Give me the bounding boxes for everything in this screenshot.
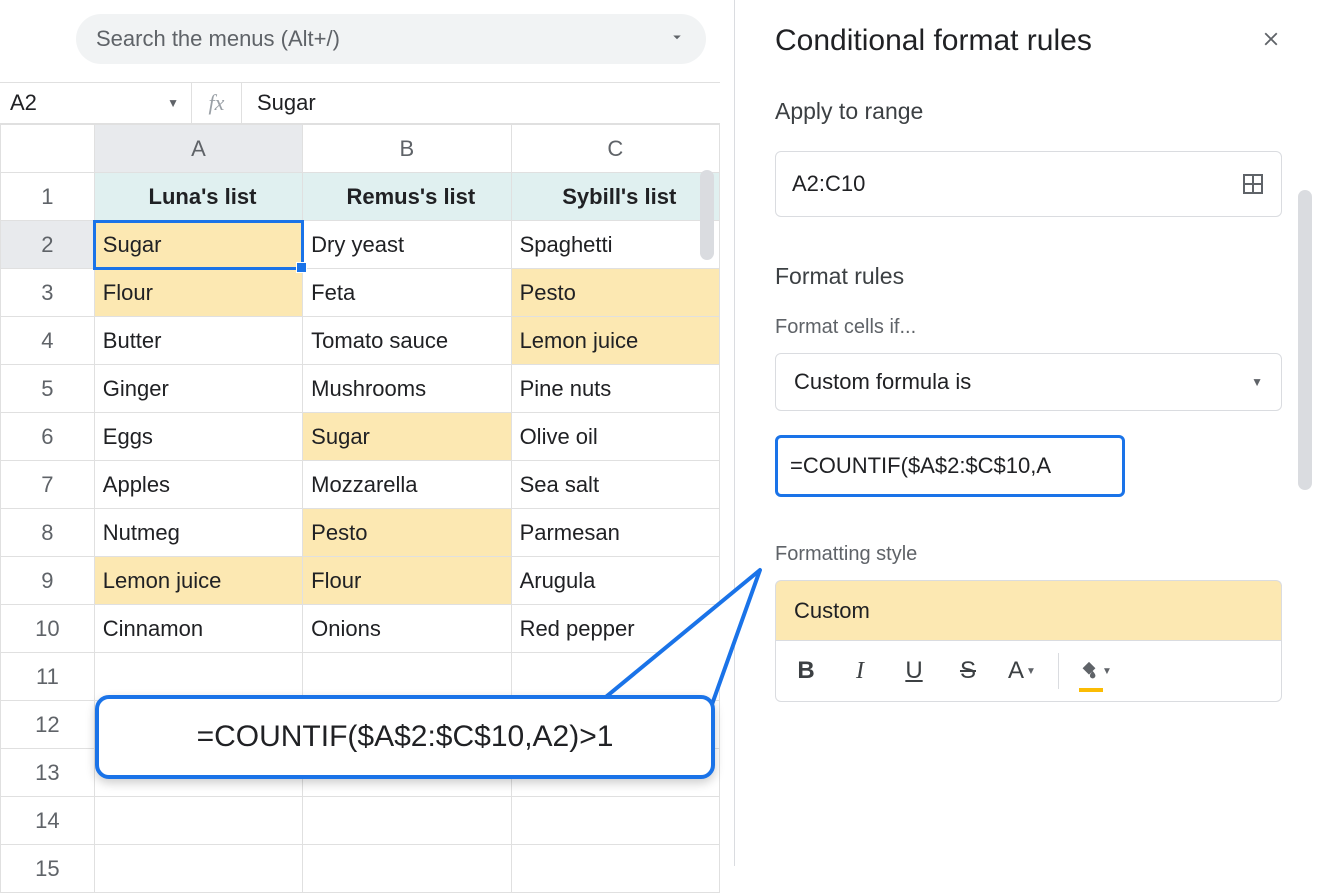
name-box[interactable]: A2 ▼ (0, 83, 192, 123)
apply-to-range-label: Apply to range (775, 98, 1282, 125)
chevron-down-icon: ▼ (1102, 666, 1112, 677)
column-header[interactable]: B (303, 125, 511, 173)
row-header[interactable]: 15 (1, 845, 95, 893)
cell[interactable] (303, 797, 511, 845)
cell[interactable]: Mushrooms (303, 365, 511, 413)
row-header[interactable]: 13 (1, 749, 95, 797)
panel-scrollbar[interactable] (1298, 190, 1312, 490)
row-header[interactable]: 6 (1, 413, 95, 461)
cell[interactable]: Flour (94, 269, 302, 317)
formatting-style-label: Formatting style (775, 543, 1282, 566)
cell[interactable]: Sybill's list (511, 173, 719, 221)
panel-title: Conditional format rules (775, 24, 1092, 58)
row-header[interactable]: 2 (1, 221, 95, 269)
cell[interactable]: Pesto (303, 509, 511, 557)
cell[interactable]: Nutmeg (94, 509, 302, 557)
row-header[interactable]: 8 (1, 509, 95, 557)
formula-bar-row: A2 ▼ fx Sugar (0, 82, 720, 124)
chevron-down-icon[interactable] (668, 28, 686, 51)
cell[interactable]: Eggs (94, 413, 302, 461)
cell[interactable] (511, 653, 719, 701)
select-range-icon[interactable] (1241, 172, 1265, 196)
cell[interactable]: Lemon juice (511, 317, 719, 365)
cell[interactable]: Onions (303, 605, 511, 653)
menu-search-placeholder: Search the menus (Alt+/) (96, 26, 668, 52)
cell[interactable]: Remus's list (303, 173, 511, 221)
menu-search[interactable]: Search the menus (Alt+/) (76, 14, 706, 64)
close-icon[interactable] (1260, 26, 1282, 57)
condition-dropdown[interactable]: Custom formula is ▼ (775, 353, 1282, 411)
row-header[interactable]: 1 (1, 173, 95, 221)
cell[interactable]: Parmesan (511, 509, 719, 557)
cell[interactable]: Cinnamon (94, 605, 302, 653)
row-header[interactable]: 9 (1, 557, 95, 605)
conditional-format-panel: Conditional format rules Apply to range … (734, 0, 1322, 866)
chevron-down-icon[interactable]: ▼ (167, 96, 179, 110)
cell[interactable]: Sugar (303, 413, 511, 461)
chevron-down-icon: ▼ (1026, 666, 1036, 677)
row-header[interactable]: 4 (1, 317, 95, 365)
bold-button[interactable]: B (788, 653, 824, 689)
row-header[interactable]: 7 (1, 461, 95, 509)
cell[interactable]: Luna's list (94, 173, 302, 221)
strikethrough-button[interactable]: S (950, 653, 986, 689)
range-input[interactable]: A2:C10 (775, 151, 1282, 217)
cell[interactable]: Red pepper (511, 605, 719, 653)
cell[interactable] (94, 797, 302, 845)
range-input-value: A2:C10 (792, 171, 865, 197)
cell[interactable]: Apples (94, 461, 302, 509)
cell[interactable]: Butter (94, 317, 302, 365)
cell[interactable]: Pine nuts (511, 365, 719, 413)
italic-button[interactable]: I (842, 653, 878, 689)
cell[interactable] (94, 845, 302, 893)
row-header[interactable]: 14 (1, 797, 95, 845)
cell[interactable]: Feta (303, 269, 511, 317)
name-box-value: A2 (10, 90, 167, 116)
cell[interactable]: Mozzarella (303, 461, 511, 509)
style-preview[interactable]: Custom (775, 580, 1282, 640)
select-all-cell[interactable] (1, 125, 95, 173)
column-header[interactable]: A (94, 125, 302, 173)
format-toolbar: B I U S A▼ ▼ (775, 640, 1282, 702)
callout-text: =COUNTIF($A$2:$C$10,A2)>1 (197, 720, 614, 754)
custom-formula-value: =COUNTIF($A$2:$C$10,A (790, 453, 1051, 479)
column-header[interactable]: C (511, 125, 719, 173)
cell[interactable]: Lemon juice (94, 557, 302, 605)
separator (1058, 653, 1059, 689)
cell[interactable] (94, 653, 302, 701)
cell[interactable]: Arugula (511, 557, 719, 605)
custom-formula-input[interactable]: =COUNTIF($A$2:$C$10,A (775, 435, 1125, 497)
row-header[interactable]: 12 (1, 701, 95, 749)
chevron-down-icon: ▼ (1251, 375, 1263, 389)
formula-callout: =COUNTIF($A$2:$C$10,A2)>1 (95, 695, 715, 779)
fx-icon: fx (192, 83, 242, 123)
cell[interactable]: Dry yeast (303, 221, 511, 269)
cell[interactable]: Olive oil (511, 413, 719, 461)
cell[interactable] (303, 653, 511, 701)
row-header[interactable]: 5 (1, 365, 95, 413)
vertical-scrollbar[interactable] (700, 170, 714, 260)
format-rules-label: Format rules (775, 263, 1282, 290)
cell[interactable]: Sugar (94, 221, 302, 269)
cell[interactable] (303, 845, 511, 893)
cell[interactable]: Tomato sauce (303, 317, 511, 365)
cell[interactable]: Spaghetti (511, 221, 719, 269)
cell[interactable]: Ginger (94, 365, 302, 413)
underline-button[interactable]: U (896, 653, 932, 689)
format-cells-if-label: Format cells if... (775, 316, 1282, 339)
condition-value: Custom formula is (794, 369, 971, 395)
formula-bar-input[interactable]: Sugar (242, 90, 720, 116)
cell[interactable]: Flour (303, 557, 511, 605)
text-color-button[interactable]: A▼ (1004, 653, 1040, 689)
row-header[interactable]: 3 (1, 269, 95, 317)
row-header[interactable]: 11 (1, 653, 95, 701)
cell[interactable]: Pesto (511, 269, 719, 317)
fill-color-button[interactable]: ▼ (1077, 653, 1113, 689)
row-header[interactable]: 10 (1, 605, 95, 653)
cell[interactable] (511, 797, 719, 845)
cell[interactable] (511, 845, 719, 893)
cell[interactable]: Sea salt (511, 461, 719, 509)
